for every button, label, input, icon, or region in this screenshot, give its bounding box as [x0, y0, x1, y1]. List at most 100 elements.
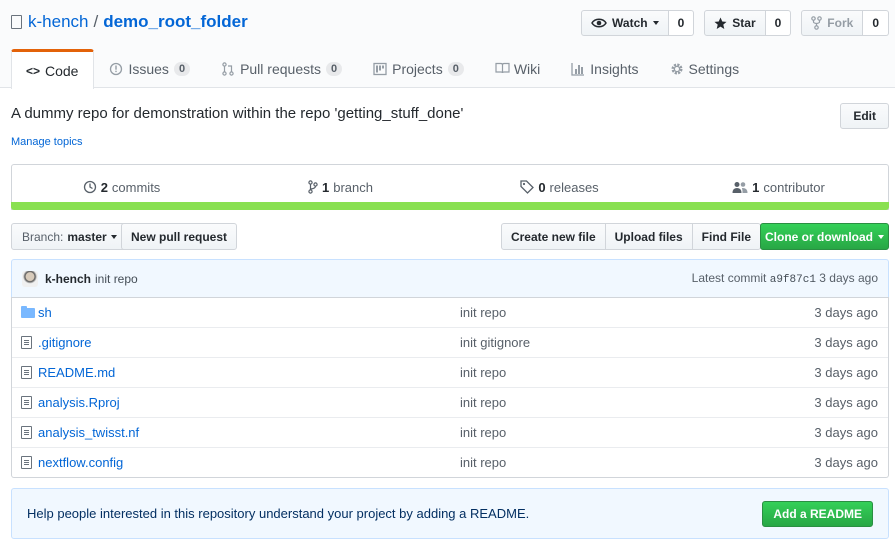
fork-group: Fork 0	[801, 10, 889, 36]
commit-sha-link[interactable]: a9f87c1	[770, 274, 816, 286]
commits-label: commits	[111, 179, 161, 195]
file-commit-message[interactable]: init repo	[460, 425, 506, 440]
folder-icon	[21, 305, 35, 318]
avatar[interactable]	[22, 270, 38, 287]
clone-or-download-button[interactable]: Clone or download	[760, 223, 889, 250]
star-button[interactable]: Star	[704, 10, 766, 36]
latest-commit-age: 3 days ago	[819, 271, 878, 285]
tag-icon	[520, 180, 535, 194]
commits-count: 2	[100, 179, 108, 195]
tab-code-label: Code	[45, 62, 79, 79]
branch-name: master	[67, 229, 107, 244]
branch-select-button[interactable]: Branch: master	[11, 223, 128, 250]
readme-prompt: Help people interested in this repositor…	[11, 488, 889, 539]
tab-wiki-label: Wiki	[513, 61, 541, 77]
repo-header: k-hench / demo_root_folder Watch 0 Star …	[0, 0, 895, 89]
create-new-file-button[interactable]: Create new file	[500, 223, 606, 250]
tab-settings-label: Settings	[688, 61, 740, 77]
file-commit-message[interactable]: init repo	[460, 305, 506, 320]
file-age: 3 days ago	[814, 425, 878, 440]
clone-label: Clone or download	[765, 229, 873, 244]
latest-commit-bar: k-hench init repo Latest commit a9f87c1 …	[11, 259, 889, 298]
graph-icon	[571, 62, 585, 76]
file-name-link[interactable]: analysis.Rproj	[38, 395, 460, 410]
file-actions: Create new file Upload files Find File	[500, 223, 761, 250]
language-bar[interactable]	[11, 202, 889, 210]
branch-icon	[308, 180, 318, 194]
manage-topics-link[interactable]: Manage topics	[11, 136, 83, 148]
table-row: analysis.Rproj init repo 3 days ago	[12, 387, 888, 417]
file-commit-message[interactable]: init repo	[460, 395, 506, 410]
watch-group: Watch 0	[581, 10, 695, 36]
commit-author-link[interactable]: k-hench	[45, 272, 91, 286]
add-readme-button[interactable]: Add a README	[762, 501, 873, 527]
fork-button[interactable]: Fork	[801, 10, 864, 36]
chevron-down-icon	[110, 234, 117, 239]
path-separator: /	[93, 12, 99, 31]
file-icon	[21, 336, 32, 349]
watch-count[interactable]: 0	[668, 10, 695, 36]
pull-request-icon	[221, 62, 235, 76]
table-row: .gitignore init gitignore 3 days ago	[12, 327, 888, 357]
tab-issues[interactable]: Issues 0	[94, 49, 206, 88]
contributors-label: contributor	[763, 179, 825, 195]
file-icon	[21, 426, 32, 439]
table-row: README.md init repo 3 days ago	[12, 357, 888, 387]
code-icon: <>	[26, 63, 41, 78]
repo-owner-link[interactable]: k-hench	[28, 12, 88, 32]
file-name-link[interactable]: nextflow.config	[38, 455, 460, 470]
find-file-button[interactable]: Find File	[691, 223, 761, 250]
project-icon	[373, 62, 387, 76]
file-age: 3 days ago	[814, 305, 878, 320]
file-name-link[interactable]: sh	[38, 305, 460, 320]
history-icon	[83, 180, 96, 194]
file-name-link[interactable]: README.md	[38, 365, 460, 380]
file-commit-message[interactable]: init repo	[460, 365, 506, 380]
new-pull-request-button[interactable]: New pull request	[121, 223, 238, 250]
gear-icon	[670, 62, 684, 76]
file-icon	[21, 456, 32, 469]
issues-counter: 0	[173, 62, 191, 76]
repo-icon	[11, 15, 22, 29]
watch-label: Watch	[612, 16, 648, 30]
upload-files-button[interactable]: Upload files	[604, 223, 693, 250]
watch-button[interactable]: Watch	[581, 10, 669, 36]
issue-icon	[109, 62, 123, 76]
readme-prompt-text: Help people interested in this repositor…	[27, 506, 530, 521]
releases-count: 0	[538, 179, 546, 195]
branches-label: branch	[333, 179, 373, 195]
file-name-link[interactable]: .gitignore	[38, 335, 460, 350]
branch-prefix: Branch:	[22, 229, 64, 244]
fork-icon	[811, 16, 823, 30]
commit-message-link[interactable]: init repo	[95, 272, 138, 286]
contributors-count: 1	[752, 179, 760, 195]
tab-code[interactable]: <> Code	[11, 49, 95, 89]
file-commit-message[interactable]: init repo	[460, 455, 506, 470]
file-name-link[interactable]: analysis_twisst.nf	[38, 425, 460, 440]
tab-pull-requests[interactable]: Pull requests 0	[206, 49, 358, 88]
file-commit-message[interactable]: init gitignore	[460, 335, 530, 350]
file-age: 3 days ago	[814, 365, 878, 380]
latest-commit-info: Latest commit a9f87c1 3 days ago	[692, 271, 878, 286]
repo-name-link[interactable]: demo_root_folder	[103, 12, 248, 32]
tab-issues-label: Issues	[128, 61, 169, 77]
file-list: sh init repo 3 days ago .gitignore init …	[11, 297, 889, 478]
star-group: Star 0	[704, 10, 792, 36]
repo-description: A dummy repo for demonstration within th…	[11, 105, 464, 122]
tab-insights[interactable]: Insights	[556, 49, 654, 88]
latest-commit-prefix: Latest commit	[691, 271, 767, 285]
tab-projects-label: Projects	[392, 61, 443, 77]
pull-requests-counter: 0	[326, 62, 343, 76]
tab-insights-label: Insights	[590, 61, 639, 77]
chevron-down-icon	[878, 234, 884, 239]
edit-description-button[interactable]: Edit	[840, 103, 889, 129]
file-icon	[21, 396, 32, 409]
fork-count[interactable]: 0	[863, 10, 889, 36]
file-age: 3 days ago	[814, 335, 878, 350]
tab-projects[interactable]: Projects 0	[358, 49, 480, 88]
repo-actions: Watch 0 Star 0 Fork 0	[581, 10, 889, 36]
tab-settings[interactable]: Settings	[655, 49, 756, 88]
star-count[interactable]: 0	[765, 10, 792, 36]
tab-wiki[interactable]: Wiki	[480, 49, 556, 88]
fork-label: Fork	[827, 16, 854, 30]
